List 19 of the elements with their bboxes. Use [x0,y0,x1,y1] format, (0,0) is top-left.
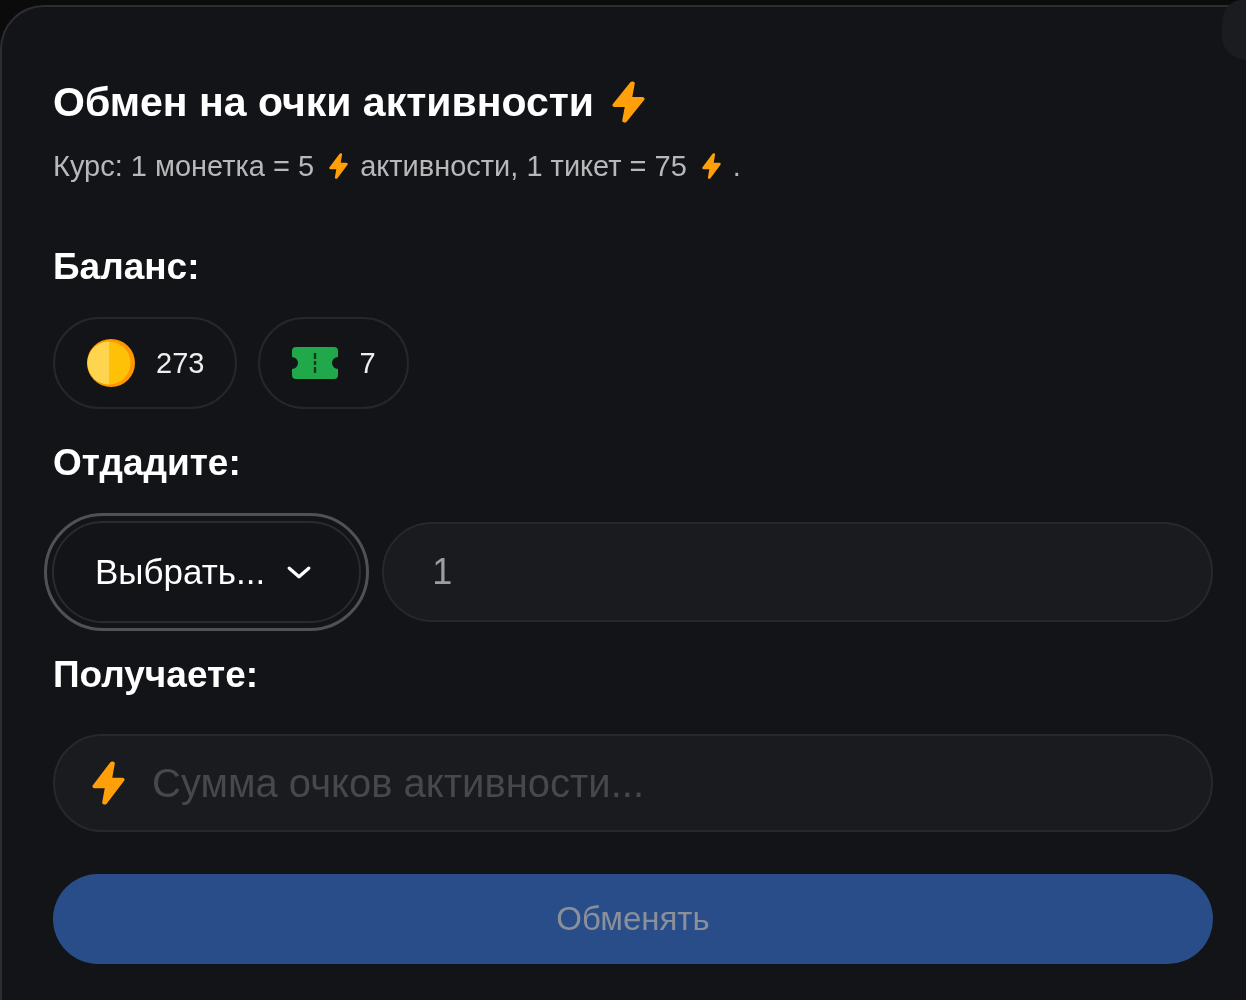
select-dropdown[interactable]: Выбрать... [44,513,370,631]
lightning-icon [612,81,646,123]
section-heading: Отдадите: [53,442,241,484]
amount-input[interactable]: 1 [382,522,1213,622]
lightning-icon [701,153,721,179]
section-heading: Получаете: [53,654,259,696]
balance-amount: 273 [156,346,205,380]
section-heading: Баланс: [53,246,200,288]
heading: Обмен на очки активности [53,78,595,126]
chevron-down-icon [287,565,312,579]
rate-text: Курс: 1 монетка = 5 [53,149,315,184]
lightning-icon [92,761,125,805]
ticket-icon [292,347,339,379]
lightning-icon [329,153,349,179]
rate-text: . [732,149,741,184]
rate-text: активности, 1 тикет = 75 [360,149,687,184]
round-button[interactable] [1222,0,1246,60]
coin-icon [87,339,135,387]
balance-amount: 7 [359,346,376,380]
